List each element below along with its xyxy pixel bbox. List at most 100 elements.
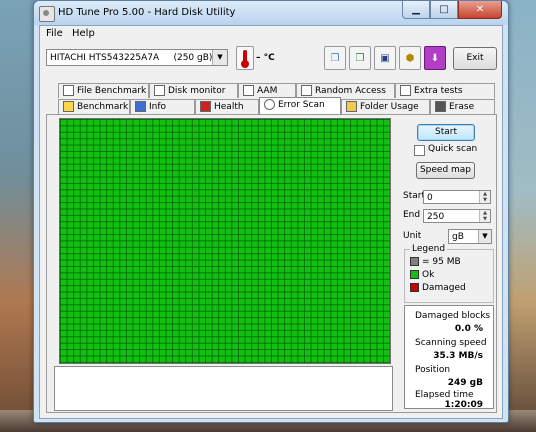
damaged-blocks-label: Damaged blocks [415,311,491,321]
close-icon: ✕ [475,4,485,15]
tab-erase[interactable]: Erase [430,99,495,114]
position-value: 249 gB [447,378,483,388]
elapsed-time-value: 1:20:09 [444,400,483,410]
tab-aam[interactable]: AAM [238,83,296,98]
menu-file[interactable]: File [46,28,63,39]
tab-label: Error Scan [278,100,325,110]
tab-label: Health [214,102,244,112]
tests-icon [400,85,411,96]
chevron-down-icon: ▼ [478,230,491,243]
copy-text-button[interactable]: ❐ [349,46,371,70]
red-swatch-icon [410,283,419,292]
maximize-icon: □ [439,4,449,15]
legend-label: Damaged [422,283,466,293]
legend: Legend = 95 MB Ok Damaged [404,244,494,303]
tab-random-access[interactable]: Random Access [296,83,395,98]
tab-label: File Benchmark [77,86,147,96]
start-field-label: Start [403,191,425,201]
error-scan-panel: Start Quick scan Speed map Start 0 ▲ ▼ En… [46,114,497,413]
download-button[interactable]: ⬇ [424,46,446,70]
thermometer-icon [236,46,254,70]
legend-item-damaged: Damaged [410,283,466,293]
start-button[interactable]: Start [417,124,475,141]
monitor-icon [154,85,165,96]
options-icon: ⬢ [405,52,415,64]
tab-benchmark[interactable]: Benchmark [58,99,130,114]
spin-arrows-icon[interactable]: ▲ ▼ [479,191,490,203]
exit-button[interactable]: Exit [453,47,497,70]
info-icon [135,101,146,112]
drive-select-value: HITACHI HTS543225A7A (250 gB) [50,53,213,63]
tab-label: Extra tests [414,86,463,96]
tab-label: Info [149,102,167,112]
save-button[interactable]: ▣ [374,46,396,70]
green-swatch-icon [410,270,419,279]
scanning-speed-label: Scanning speed [415,338,487,348]
random-icon [301,85,312,96]
spin-arrows-icon[interactable]: ▲ ▼ [479,210,490,222]
damaged-blocks-value: 0.0 % [454,324,483,334]
floppy-icon: ▣ [380,52,390,64]
quick-scan-checkbox[interactable] [414,145,425,156]
speaker-icon [243,85,254,96]
position-label: Position [415,365,451,375]
title-bar[interactable]: HD Tune Pro 5.00 - Hard Disk Utility ▁ □… [34,1,508,25]
tab-label: Benchmark [77,102,129,112]
tab-label: Random Access [315,86,386,96]
tab-extra-tests[interactable]: Extra tests [395,83,495,98]
elapsed-time-label: Elapsed time [415,390,474,400]
trash-icon [435,101,446,112]
end-field-value: 250 [427,212,445,222]
end-field-label: End [403,210,421,220]
minimize-button[interactable]: ▁ [402,1,430,19]
download-icon: ⬇ [430,52,440,64]
tab-label: Disk monitor [168,86,226,96]
unit-label: Unit [403,231,422,241]
tab-health[interactable]: Health [195,99,259,114]
grey-swatch-icon [410,257,419,266]
legend-label: = 95 MB [422,257,461,267]
tab-file-benchmark[interactable]: File Benchmark [58,83,149,98]
tab-label: Erase [449,102,475,112]
close-button[interactable]: ✕ [458,1,502,19]
block-map [59,118,391,364]
start-field[interactable]: 0 ▲ ▼ [423,190,491,204]
start-field-value: 0 [427,193,433,203]
speed-map-button[interactable]: Speed map [416,162,475,179]
legend-title: Legend [410,244,448,254]
legend-item-block-size: = 95 MB [410,257,461,267]
copy-info-button[interactable]: ❐ [324,46,346,70]
app-icon[interactable] [39,6,55,22]
maximize-button[interactable]: □ [430,1,458,19]
folder-icon [346,101,357,112]
copy-icon: ❐ [330,52,340,64]
window-title: HD Tune Pro 5.00 - Hard Disk Utility [58,7,236,18]
tab-folder-usage[interactable]: Folder Usage [341,99,430,114]
tab-label: AAM [257,86,278,96]
chevron-down-icon: ▼ [212,50,227,65]
unit-select-value: gB [452,232,464,242]
copy-text-icon: ❐ [355,52,365,64]
temperature-readout: – °C [256,53,275,63]
menu-help[interactable]: Help [72,28,95,39]
scan-stats: Damaged blocks 0.0 % Scanning speed 35.3… [404,305,494,410]
drive-select[interactable]: HITACHI HTS543225A7A (250 gB) ▼ [46,49,228,66]
options-button[interactable]: ⬢ [399,46,421,70]
quick-scan-label: Quick scan [428,144,478,154]
end-field[interactable]: 250 ▲ ▼ [423,209,491,223]
bulb-icon [63,101,74,112]
tab-disk-monitor[interactable]: Disk monitor [149,83,238,98]
tab-error-scan[interactable]: Error Scan [259,97,341,114]
health-icon [200,101,211,112]
chart-icon [63,85,74,96]
unit-select[interactable]: gB ▼ [448,229,492,244]
legend-label: Ok [422,270,435,280]
caption-buttons: ▁ □ ✕ [402,1,502,19]
menu-bar: File Help [40,26,502,42]
client-area: File Help HITACHI HTS543225A7A (250 gB) … [39,25,503,419]
magnifier-icon [264,99,275,110]
minimize-icon: ▁ [412,4,420,15]
scanning-speed-value: 35.3 MB/s [433,351,483,361]
tab-info[interactable]: Info [130,99,195,114]
tab-label: Folder Usage [360,102,419,112]
